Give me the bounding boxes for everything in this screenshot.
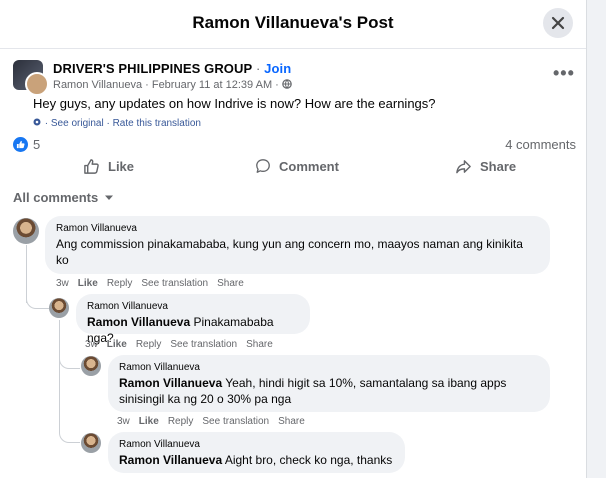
comment-time[interactable]: 3w — [56, 278, 69, 289]
comment-bubble-icon — [256, 159, 270, 173]
comment-share-button[interactable]: Share — [246, 339, 273, 350]
join-link[interactable]: Join — [264, 61, 291, 76]
comment-reply-button[interactable]: Reply — [168, 416, 194, 427]
post-actions: Like Comment Share — [0, 158, 586, 182]
comment-author[interactable]: Ramon Villanueva — [56, 223, 538, 234]
thread-connector — [26, 290, 49, 309]
mention-tag[interactable]: Ramon Villanueva — [119, 453, 222, 467]
comments-filter-label: All comments — [13, 190, 99, 205]
see-translation-link[interactable]: See translation — [202, 416, 269, 427]
comment-like-button[interactable]: Like — [78, 278, 98, 289]
comments-filter-dropdown[interactable]: All comments — [13, 190, 114, 205]
comment-text: Ramon Villanueva Aight bro, check ko nga… — [119, 452, 393, 468]
comment-author[interactable]: Ramon Villanueva — [119, 439, 393, 450]
see-translation-link[interactable]: See translation — [141, 278, 208, 289]
translate-gear-icon — [33, 118, 41, 126]
comment-like-button[interactable]: Like — [139, 416, 159, 427]
separator: · — [252, 61, 265, 76]
comment-button[interactable]: Comment — [255, 158, 339, 174]
share-arrow-icon — [456, 160, 471, 174]
caret-down-icon — [104, 195, 113, 200]
thread-connector — [59, 352, 80, 369]
group-name-line: DRIVER'S PHILIPPINES GROUP · Join — [53, 61, 291, 76]
dialog-title: Ramon Villanueva's Post — [192, 13, 394, 32]
group-avatar[interactable] — [13, 60, 49, 96]
translation-row: · See original · Rate this translation — [32, 117, 201, 129]
comment-actions: 3w Like Reply See translation Share — [117, 416, 314, 427]
thumbs-up-icon — [84, 159, 99, 174]
comment-actions: 3w Like Reply See translation Share — [85, 339, 282, 350]
avatar[interactable] — [49, 298, 69, 318]
like-label: Like — [108, 159, 135, 174]
comment-reply-button[interactable]: Reply — [136, 339, 162, 350]
comment-author[interactable]: Ramon Villanueva — [119, 362, 538, 373]
comment-actions: 3w Like Reply See translation Share — [56, 278, 253, 289]
post-body: Hey guys, any updates on how Indrive is … — [33, 96, 436, 111]
avatar[interactable] — [81, 433, 101, 453]
thread-connector — [59, 428, 80, 443]
comment-label: Comment — [279, 158, 339, 174]
see-translation-link[interactable]: See translation — [170, 339, 237, 350]
comment-like-button[interactable]: Like — [107, 339, 127, 350]
comment-count[interactable]: 4 comments — [505, 137, 576, 152]
dialog-header: Ramon Villanueva's Post — [0, 0, 586, 49]
comment-text: Ang commission pinakamababa, kung yun an… — [56, 237, 523, 267]
comment-bubble: Ramon Villanueva Ang commission pinakama… — [45, 216, 550, 274]
group-name[interactable]: DRIVER'S PHILIPPINES GROUP — [53, 61, 252, 76]
author-avatar[interactable] — [25, 72, 49, 96]
like-reaction-icon[interactable] — [13, 137, 28, 152]
close-icon — [551, 16, 565, 30]
avatar[interactable] — [13, 218, 39, 244]
comment-body: Aight bro, check ko nga, thanks — [222, 453, 393, 467]
thread-line — [59, 320, 60, 428]
comment-time[interactable]: 3w — [117, 416, 130, 427]
like-button[interactable]: Like — [83, 158, 134, 175]
comment-time[interactable]: 3w — [85, 339, 98, 350]
comment-share-button[interactable]: Share — [278, 416, 305, 427]
mention-tag[interactable]: Ramon Villanueva — [87, 315, 190, 329]
comment-share-button[interactable]: Share — [217, 278, 244, 289]
reaction-stats: 5 4 comments — [13, 137, 576, 153]
comment-bubble: Ramon Villanueva Ramon Villanueva Aight … — [108, 432, 405, 473]
comment-reply-button[interactable]: Reply — [107, 278, 133, 289]
post-dialog: Ramon Villanueva's Post DRIVER'S PHILIPP… — [0, 0, 587, 478]
avatar[interactable] — [81, 356, 101, 376]
share-label: Share — [480, 159, 517, 174]
comment-bubble: Ramon Villanueva Ramon Villanueva Yeah, … — [108, 355, 550, 412]
close-button[interactable] — [543, 8, 573, 38]
comment-bubble: Ramon Villanueva Ramon Villanueva Pinaka… — [76, 294, 310, 345]
comment-text: Ramon Villanueva Yeah, hindi higit sa 10… — [119, 375, 538, 407]
share-button[interactable]: Share — [455, 158, 516, 175]
comment-author[interactable]: Ramon Villanueva — [87, 301, 298, 312]
post-meta: Ramon Villanueva · February 11 at 12:39 … — [53, 79, 292, 91]
more-options-icon[interactable]: ••• — [553, 63, 575, 84]
globe-icon — [282, 79, 292, 89]
author-timestamp[interactable]: Ramon Villanueva · February 11 at 12:39 … — [53, 79, 279, 91]
see-original-link[interactable]: · See original · Rate this translation — [45, 118, 201, 129]
like-count[interactable]: 5 — [33, 137, 40, 152]
mention-tag[interactable]: Ramon Villanueva — [119, 376, 222, 390]
